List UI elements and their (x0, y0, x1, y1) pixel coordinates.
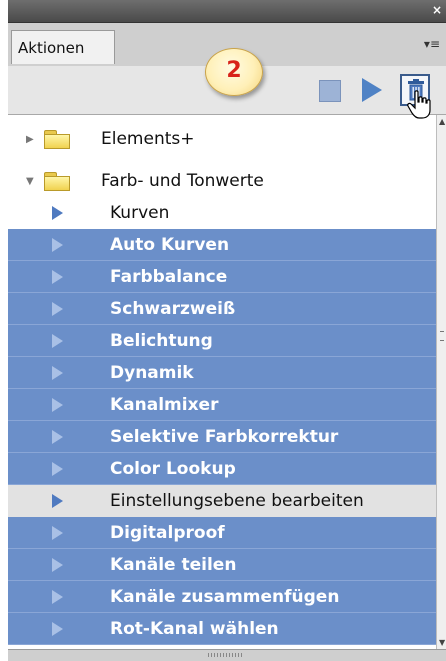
action-play-icon (52, 494, 63, 508)
action-label: Einstellungsebene bearbeiten (110, 491, 364, 511)
action-label: Belichtung (110, 331, 213, 351)
folder-row-elements-plus[interactable]: ▶ Elements+ (8, 123, 436, 155)
action-play-icon (52, 430, 63, 444)
folder-label: Farb- und Tonwerte (101, 171, 264, 191)
action-row[interactable]: Dynamik (8, 357, 436, 389)
panel-bottom-bar (8, 649, 446, 661)
expand-arrow-icon[interactable]: ▶ (26, 134, 34, 145)
close-icon[interactable]: × (432, 2, 442, 18)
action-label: Selektive Farbkorrektur (110, 427, 339, 447)
action-play-icon (52, 206, 63, 220)
action-row[interactable]: Digitalproof (8, 517, 436, 549)
play-icon[interactable] (362, 78, 382, 102)
resize-grip[interactable] (208, 653, 244, 657)
action-play-icon (52, 558, 63, 572)
action-label: Auto Kurven (110, 235, 230, 255)
action-row[interactable]: Farbbalance (8, 261, 436, 293)
action-label: Schwarzweiß (110, 299, 236, 319)
action-row[interactable]: Color Lookup (8, 453, 436, 485)
app-frame: × Aktionen ▾≡ ▶ Elements+ ▼ Farb- und To… (0, 0, 446, 661)
action-play-icon (52, 622, 63, 636)
action-row[interactable]: Auto Kurven (8, 229, 436, 261)
action-play-icon (52, 590, 63, 604)
action-label: Color Lookup (110, 459, 236, 479)
step-number-badge: 2 (205, 48, 263, 96)
action-label: Kurven (110, 203, 170, 223)
folder-icon (44, 172, 70, 191)
action-row[interactable]: Kanäle zusammenfügen (8, 581, 436, 613)
scroll-down-icon[interactable]: ▼ (439, 638, 445, 647)
action-row[interactable]: Belichtung (8, 325, 436, 357)
folder-row-farb-und-tonwerte[interactable]: ▼ Farb- und Tonwerte (8, 165, 436, 197)
hand-cursor-icon (407, 90, 431, 119)
panel-menu-icon[interactable]: ▾≡ (424, 37, 440, 51)
action-play-icon (52, 270, 63, 284)
action-play-icon (52, 302, 63, 316)
action-label: Farbbalance (110, 267, 228, 287)
tab-aktionen[interactable]: Aktionen (11, 30, 115, 64)
action-label: Rot-Kanal wählen (110, 619, 279, 639)
scroll-up-icon[interactable]: ▲ (439, 117, 445, 126)
action-label: Kanäle zusammenfügen (110, 587, 340, 607)
scroll-grip[interactable] (440, 331, 444, 341)
action-play-icon (52, 462, 63, 476)
vertical-scrollbar[interactable]: ▲ ▼ (436, 115, 446, 649)
action-row[interactable]: Selektive Farbkorrektur (8, 421, 436, 453)
actions-panel: × Aktionen ▾≡ ▶ Elements+ ▼ Farb- und To… (8, 0, 446, 661)
action-play-icon (52, 398, 63, 412)
panel-titlebar: × (8, 0, 446, 23)
action-label: Digitalproof (110, 523, 225, 543)
action-play-icon (52, 238, 63, 252)
folder-label: Elements+ (101, 129, 195, 149)
action-label: Kanäle teilen (110, 555, 237, 575)
collapse-arrow-icon[interactable]: ▼ (26, 176, 34, 187)
action-label: Dynamik (110, 363, 194, 383)
action-row[interactable]: Kanäle teilen (8, 549, 436, 581)
stop-icon[interactable] (319, 80, 341, 102)
action-play-icon (52, 366, 63, 380)
action-row[interactable]: Kurven (8, 197, 436, 229)
actions-list: ▶ Elements+ ▼ Farb- und Tonwerte Kurven … (8, 115, 436, 649)
action-row[interactable]: Schwarzweiß (8, 293, 436, 325)
action-row[interactable]: Rot-Kanal wählen (8, 613, 436, 645)
action-label: Kanalmixer (110, 395, 219, 415)
action-row[interactable]: Einstellungsebene bearbeiten (8, 485, 436, 517)
folder-icon (44, 130, 70, 149)
action-play-icon (52, 334, 63, 348)
action-row[interactable]: Kanalmixer (8, 389, 436, 421)
action-play-icon (52, 526, 63, 540)
